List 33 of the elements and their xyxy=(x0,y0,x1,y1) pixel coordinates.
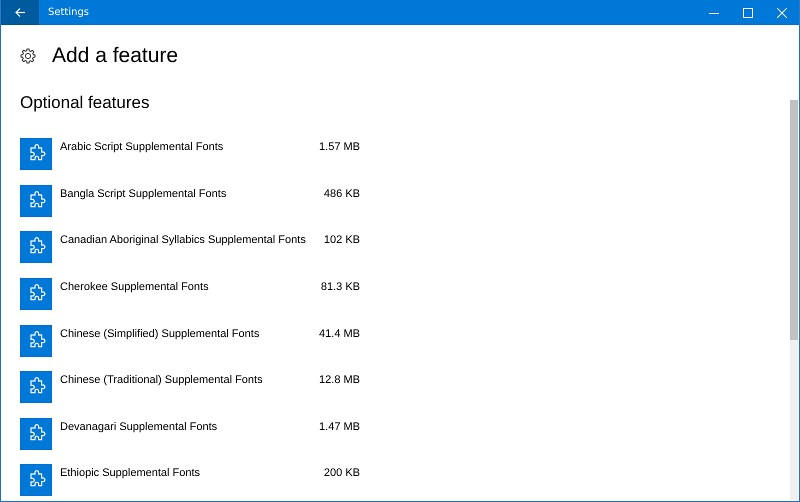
settings-icon xyxy=(20,48,36,64)
feature-name: Arabic Script Supplemental Fonts xyxy=(60,141,224,154)
feature-size: 12.8 MB xyxy=(319,374,360,386)
back-arrow-icon xyxy=(15,8,25,17)
page-title: Add a feature xyxy=(52,44,178,68)
puzzle-icon xyxy=(20,278,52,310)
feature-size: 1.47 MB xyxy=(319,420,360,433)
puzzle-icon xyxy=(20,464,52,496)
puzzle-icon xyxy=(20,324,52,357)
puzzle-icon xyxy=(20,231,52,264)
window-title: Settings xyxy=(48,7,90,18)
puzzle-icon xyxy=(20,184,52,217)
feature-size: 486 KB xyxy=(324,188,360,200)
feature-name: Canadian Aboriginal Syllabics Supplemental Fonts xyxy=(60,234,307,246)
feature-size: 81.3 KB xyxy=(320,281,360,294)
feature-name: Chinese (Simplified) Supplemental Fonts xyxy=(60,328,260,340)
feature-name: Cherokee Supplemental Fonts xyxy=(60,281,210,294)
puzzle-icon xyxy=(20,371,52,404)
puzzle-icon xyxy=(20,138,52,170)
feature-name: Chinese (Traditional) Supplemental Fonts xyxy=(60,374,264,386)
feature-name: Bangla Script Supplemental Fonts xyxy=(60,188,228,200)
feature-name: Ethiopic Supplemental Fonts xyxy=(60,467,202,480)
feature-size: 102 KB xyxy=(324,234,360,246)
feature-size: 41.4 MB xyxy=(319,328,360,340)
scrollbar-thumb[interactable] xyxy=(790,100,798,340)
section-title: Optional features xyxy=(20,93,150,113)
back-button[interactable] xyxy=(1,0,39,25)
close-icon xyxy=(777,8,787,18)
feature-name: Devanagari Supplemental Fonts xyxy=(60,420,218,433)
puzzle-icon xyxy=(20,418,52,450)
maximize-icon xyxy=(743,8,753,18)
feature-size: 1.57 MB xyxy=(319,141,360,154)
feature-size: 200 KB xyxy=(324,467,360,480)
